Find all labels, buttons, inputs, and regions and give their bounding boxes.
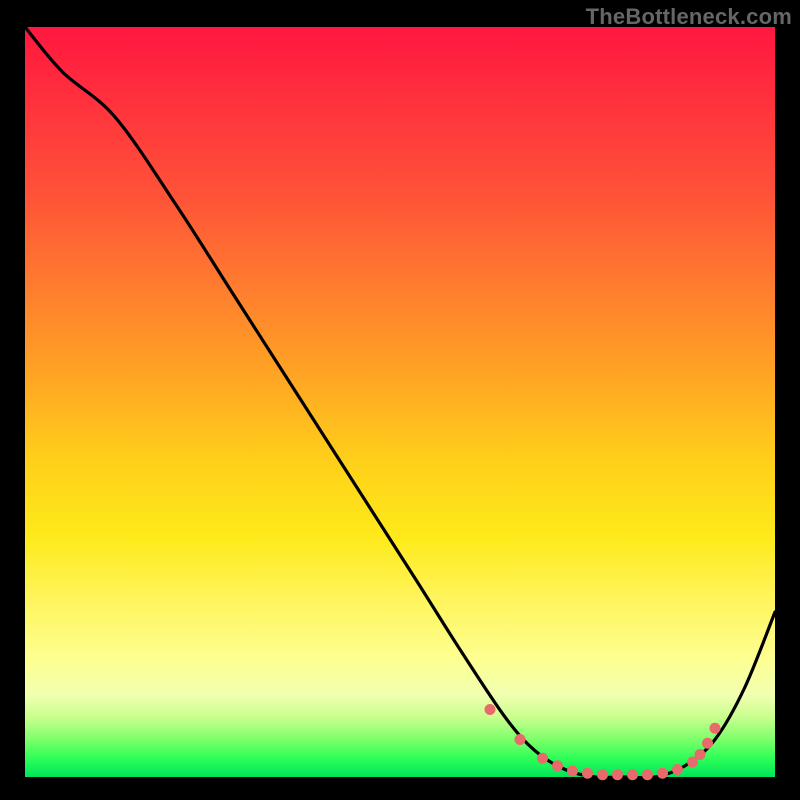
marker-dot bbox=[582, 768, 593, 779]
marker-dot bbox=[627, 769, 638, 780]
marker-dot bbox=[515, 734, 526, 745]
main-curve bbox=[25, 27, 775, 778]
marker-dot bbox=[597, 769, 608, 780]
marker-group bbox=[485, 704, 721, 780]
marker-dot bbox=[710, 723, 721, 734]
curve-svg bbox=[25, 27, 775, 777]
marker-dot bbox=[552, 760, 563, 771]
marker-dot bbox=[567, 766, 578, 777]
marker-dot bbox=[485, 704, 496, 715]
chart-frame: TheBottleneck.com bbox=[0, 0, 800, 800]
marker-dot bbox=[695, 749, 706, 760]
marker-dot bbox=[657, 768, 668, 779]
plot-area bbox=[25, 27, 775, 777]
marker-dot bbox=[702, 738, 713, 749]
marker-dot bbox=[642, 769, 653, 780]
marker-dot bbox=[537, 753, 548, 764]
marker-dot bbox=[612, 769, 623, 780]
marker-dot bbox=[672, 764, 683, 775]
